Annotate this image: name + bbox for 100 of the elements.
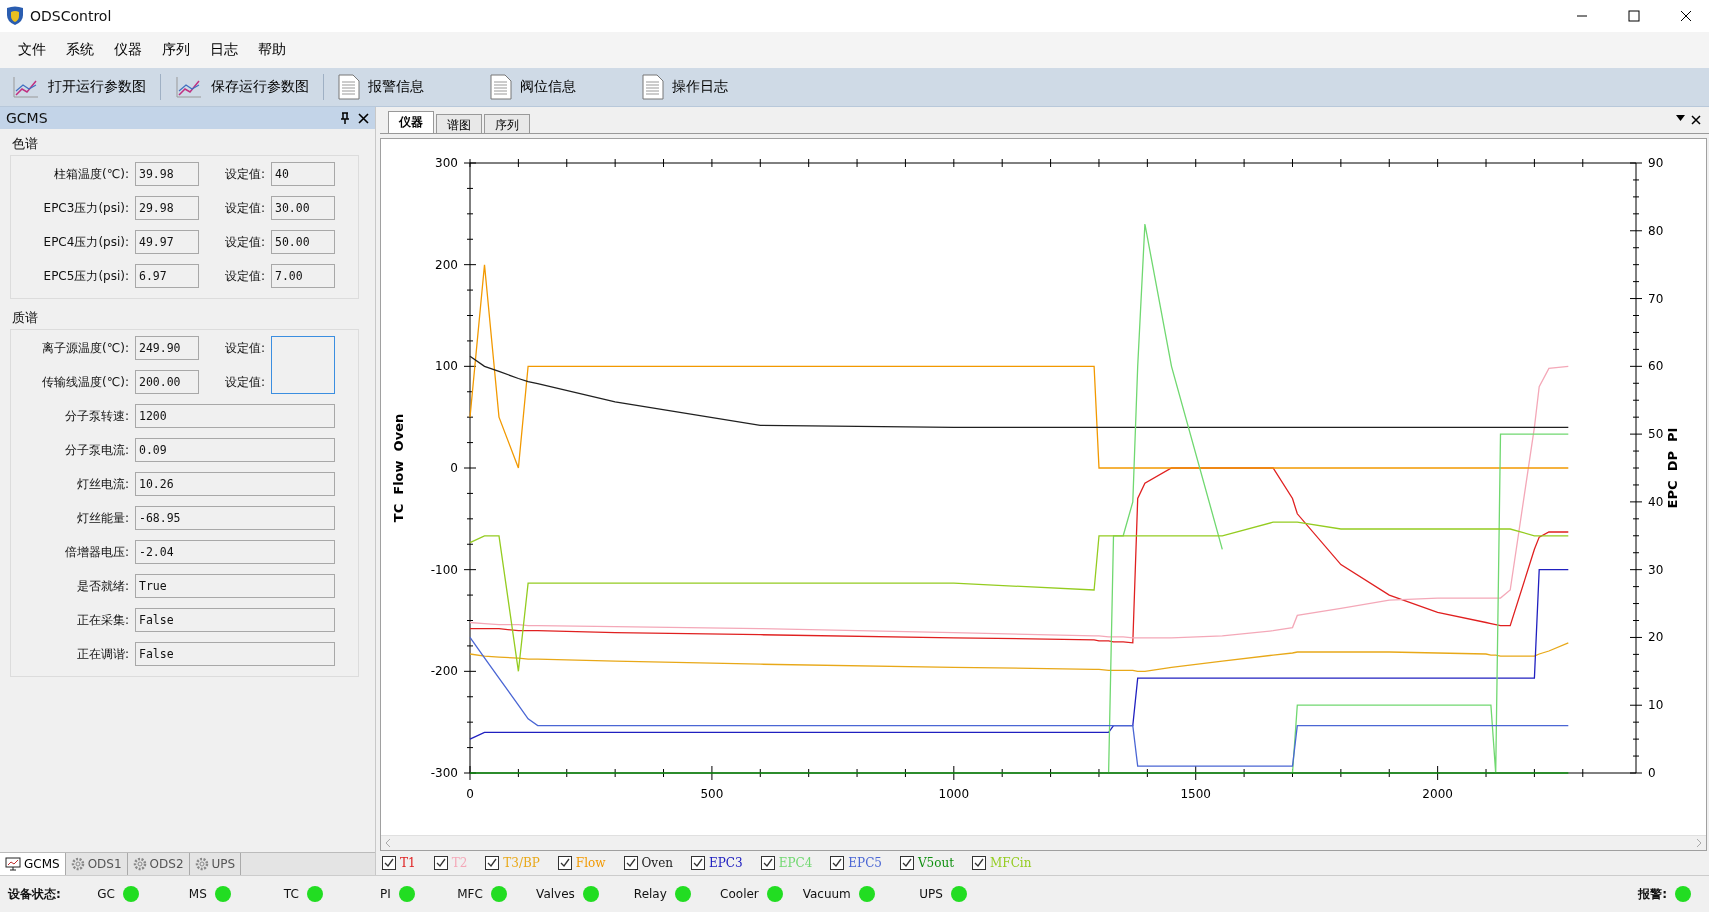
field-label: 设定值:	[223, 165, 265, 183]
field-label: 分子泵电流:	[63, 441, 129, 459]
field-label: 柱箱温度(℃):	[53, 165, 129, 183]
menu-item[interactable]: 文件	[8, 37, 56, 63]
value-field[interactable]: False	[135, 642, 335, 666]
legend-checkbox[interactable]: T1	[382, 856, 416, 870]
toolbar-button[interactable]: 保存运行参数图	[167, 73, 317, 101]
value-field[interactable]: -68.95	[135, 506, 335, 530]
shield-logo-icon	[6, 6, 24, 26]
checkbox[interactable]	[382, 856, 396, 870]
monitor-icon	[5, 857, 21, 871]
status-text: 报警:	[1638, 885, 1667, 903]
document-icon	[642, 74, 664, 100]
status-text: MS	[188, 887, 207, 901]
field-label: EPC5压力(psi):	[42, 267, 129, 285]
tick-label: 0	[450, 461, 458, 475]
toolbar-button[interactable]: 打开运行参数图	[4, 73, 154, 101]
checkbox[interactable]	[691, 856, 705, 870]
close-icon[interactable]	[358, 112, 369, 124]
section-title: 质谱	[11, 309, 39, 327]
status-label: 设备状态:	[8, 885, 61, 903]
status-text: Valves	[536, 887, 575, 901]
value-field[interactable]: 49.97	[135, 230, 199, 254]
menu-item[interactable]: 帮助	[248, 37, 296, 63]
status-text: PI	[380, 887, 391, 901]
toolbar-button[interactable]: 报警信息	[330, 72, 432, 102]
value-field[interactable]: 1200	[135, 404, 335, 428]
axis-title: EPC DP PI	[1665, 427, 1680, 509]
tick-label: 0	[1648, 766, 1656, 780]
tick-label: 200	[435, 257, 458, 272]
menu-item[interactable]: 序列	[152, 37, 200, 63]
value-field[interactable]: 29.98	[135, 196, 199, 220]
checkbox[interactable]	[433, 856, 448, 870]
close-icon[interactable]	[1691, 115, 1701, 125]
tick-label: 0	[466, 787, 474, 801]
setpoint-field[interactable]: 30.00	[271, 196, 335, 220]
document-tab[interactable]: 仪器	[388, 111, 434, 133]
value-field[interactable]: 39.98	[135, 162, 199, 186]
toolbar-button[interactable]: 操作日志	[634, 72, 736, 102]
gear-icon	[70, 857, 85, 871]
menu-item[interactable]: 日志	[200, 37, 248, 63]
value-field[interactable]: 6.97	[135, 264, 199, 288]
tick-label: 90	[1648, 156, 1664, 170]
status-text: Relay	[633, 887, 667, 901]
checkbox[interactable]	[485, 856, 500, 870]
field-label: 离子源温度(℃):	[41, 339, 129, 357]
checkbox[interactable]	[557, 856, 572, 870]
document-tab[interactable]: 序列	[484, 114, 530, 133]
document-tab[interactable]: 谱图	[436, 114, 482, 133]
document-icon	[338, 74, 360, 100]
close-icon	[1680, 10, 1692, 22]
menu-item[interactable]: 仪器	[104, 37, 152, 63]
legend-checkbox[interactable]: EPC5	[830, 856, 882, 870]
checkbox[interactable]	[899, 856, 914, 870]
value-field[interactable]: True	[135, 574, 335, 598]
dropdown-icon[interactable]	[1676, 115, 1685, 121]
legend-checkbox[interactable]: Oven	[623, 856, 673, 870]
axis-title: TC Flow Oven	[391, 413, 406, 523]
field-label: 设定值:	[223, 267, 265, 285]
setpoint-field[interactable]: 40	[271, 162, 335, 186]
tick-label: 1500	[1180, 787, 1211, 801]
tick-label: 80	[1648, 223, 1664, 238]
tick-label: 1000	[938, 787, 970, 801]
value-field[interactable]: -2.04	[135, 540, 335, 564]
gear-icon	[194, 857, 209, 871]
pin-icon[interactable]	[340, 112, 350, 124]
setpoint-field[interactable]	[271, 336, 335, 394]
value-field[interactable]: 0.09	[135, 438, 335, 462]
document-icon	[490, 74, 512, 100]
checkbox[interactable]	[760, 856, 775, 870]
menu-item[interactable]: 系统	[56, 37, 104, 63]
field-label: 设定值:	[223, 339, 265, 357]
legend-checkbox[interactable]: V5out	[899, 856, 955, 870]
tick-label: 30	[1648, 562, 1664, 577]
field-label: 设定值:	[223, 199, 265, 217]
tick-label: 10	[1648, 698, 1664, 713]
tick-label: 20	[1648, 630, 1664, 645]
status-text: MFC	[457, 887, 483, 901]
checkbox[interactable]	[830, 856, 845, 870]
checkbox[interactable]	[623, 856, 638, 870]
line-chart-icon	[175, 75, 203, 99]
status-text: UPS	[919, 887, 943, 901]
tick-label: 50	[1648, 427, 1664, 442]
gear-icon	[132, 857, 147, 871]
panel-title: GCMS	[6, 110, 49, 126]
tick-label: 500	[700, 787, 724, 801]
toolbar-button[interactable]: 阀位信息	[482, 72, 584, 102]
checkbox[interactable]	[972, 856, 987, 870]
tick-label: -200	[430, 664, 458, 679]
setpoint-field[interactable]: 7.00	[271, 264, 335, 288]
tick-label: 70	[1648, 291, 1664, 306]
tick-label: 100	[435, 359, 458, 374]
value-field[interactable]: 249.90	[135, 336, 199, 360]
legend-checkbox[interactable]: EPC3	[691, 856, 743, 870]
value-field[interactable]: False	[135, 608, 335, 632]
setpoint-field[interactable]: 50.00	[271, 230, 335, 254]
value-field[interactable]: 10.26	[135, 472, 335, 496]
value-field[interactable]: 200.00	[135, 370, 199, 394]
panel-tab[interactable]: GCMS	[0, 853, 66, 875]
field-label: EPC4压力(psi):	[42, 233, 129, 251]
